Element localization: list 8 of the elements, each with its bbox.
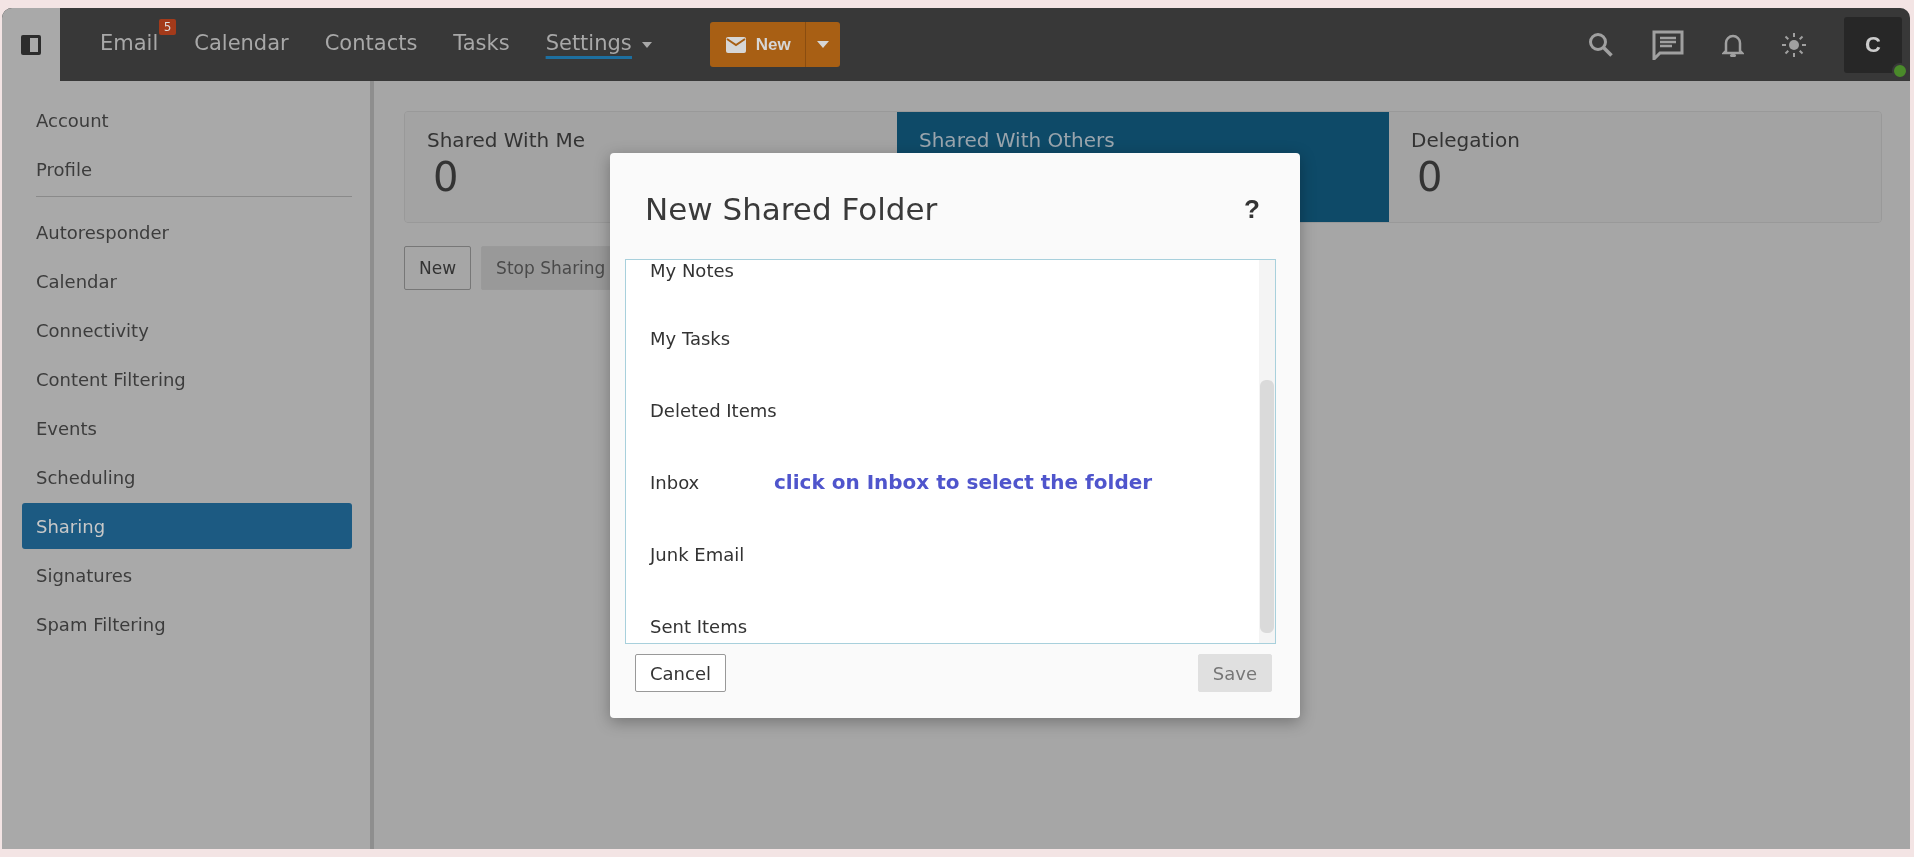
tab-title: Delegation <box>1411 128 1521 152</box>
tab-title: Shared With Others <box>919 128 1116 152</box>
tab-count: 0 <box>1417 154 1444 200</box>
annotation-text: click on Inbox to select the folder <box>774 470 1153 494</box>
dialog-title: New Shared Folder <box>645 191 938 227</box>
tab-title: Shared With Me <box>427 128 587 152</box>
unread-badge: 5 <box>158 18 177 35</box>
tab-count: 0 <box>433 154 460 200</box>
